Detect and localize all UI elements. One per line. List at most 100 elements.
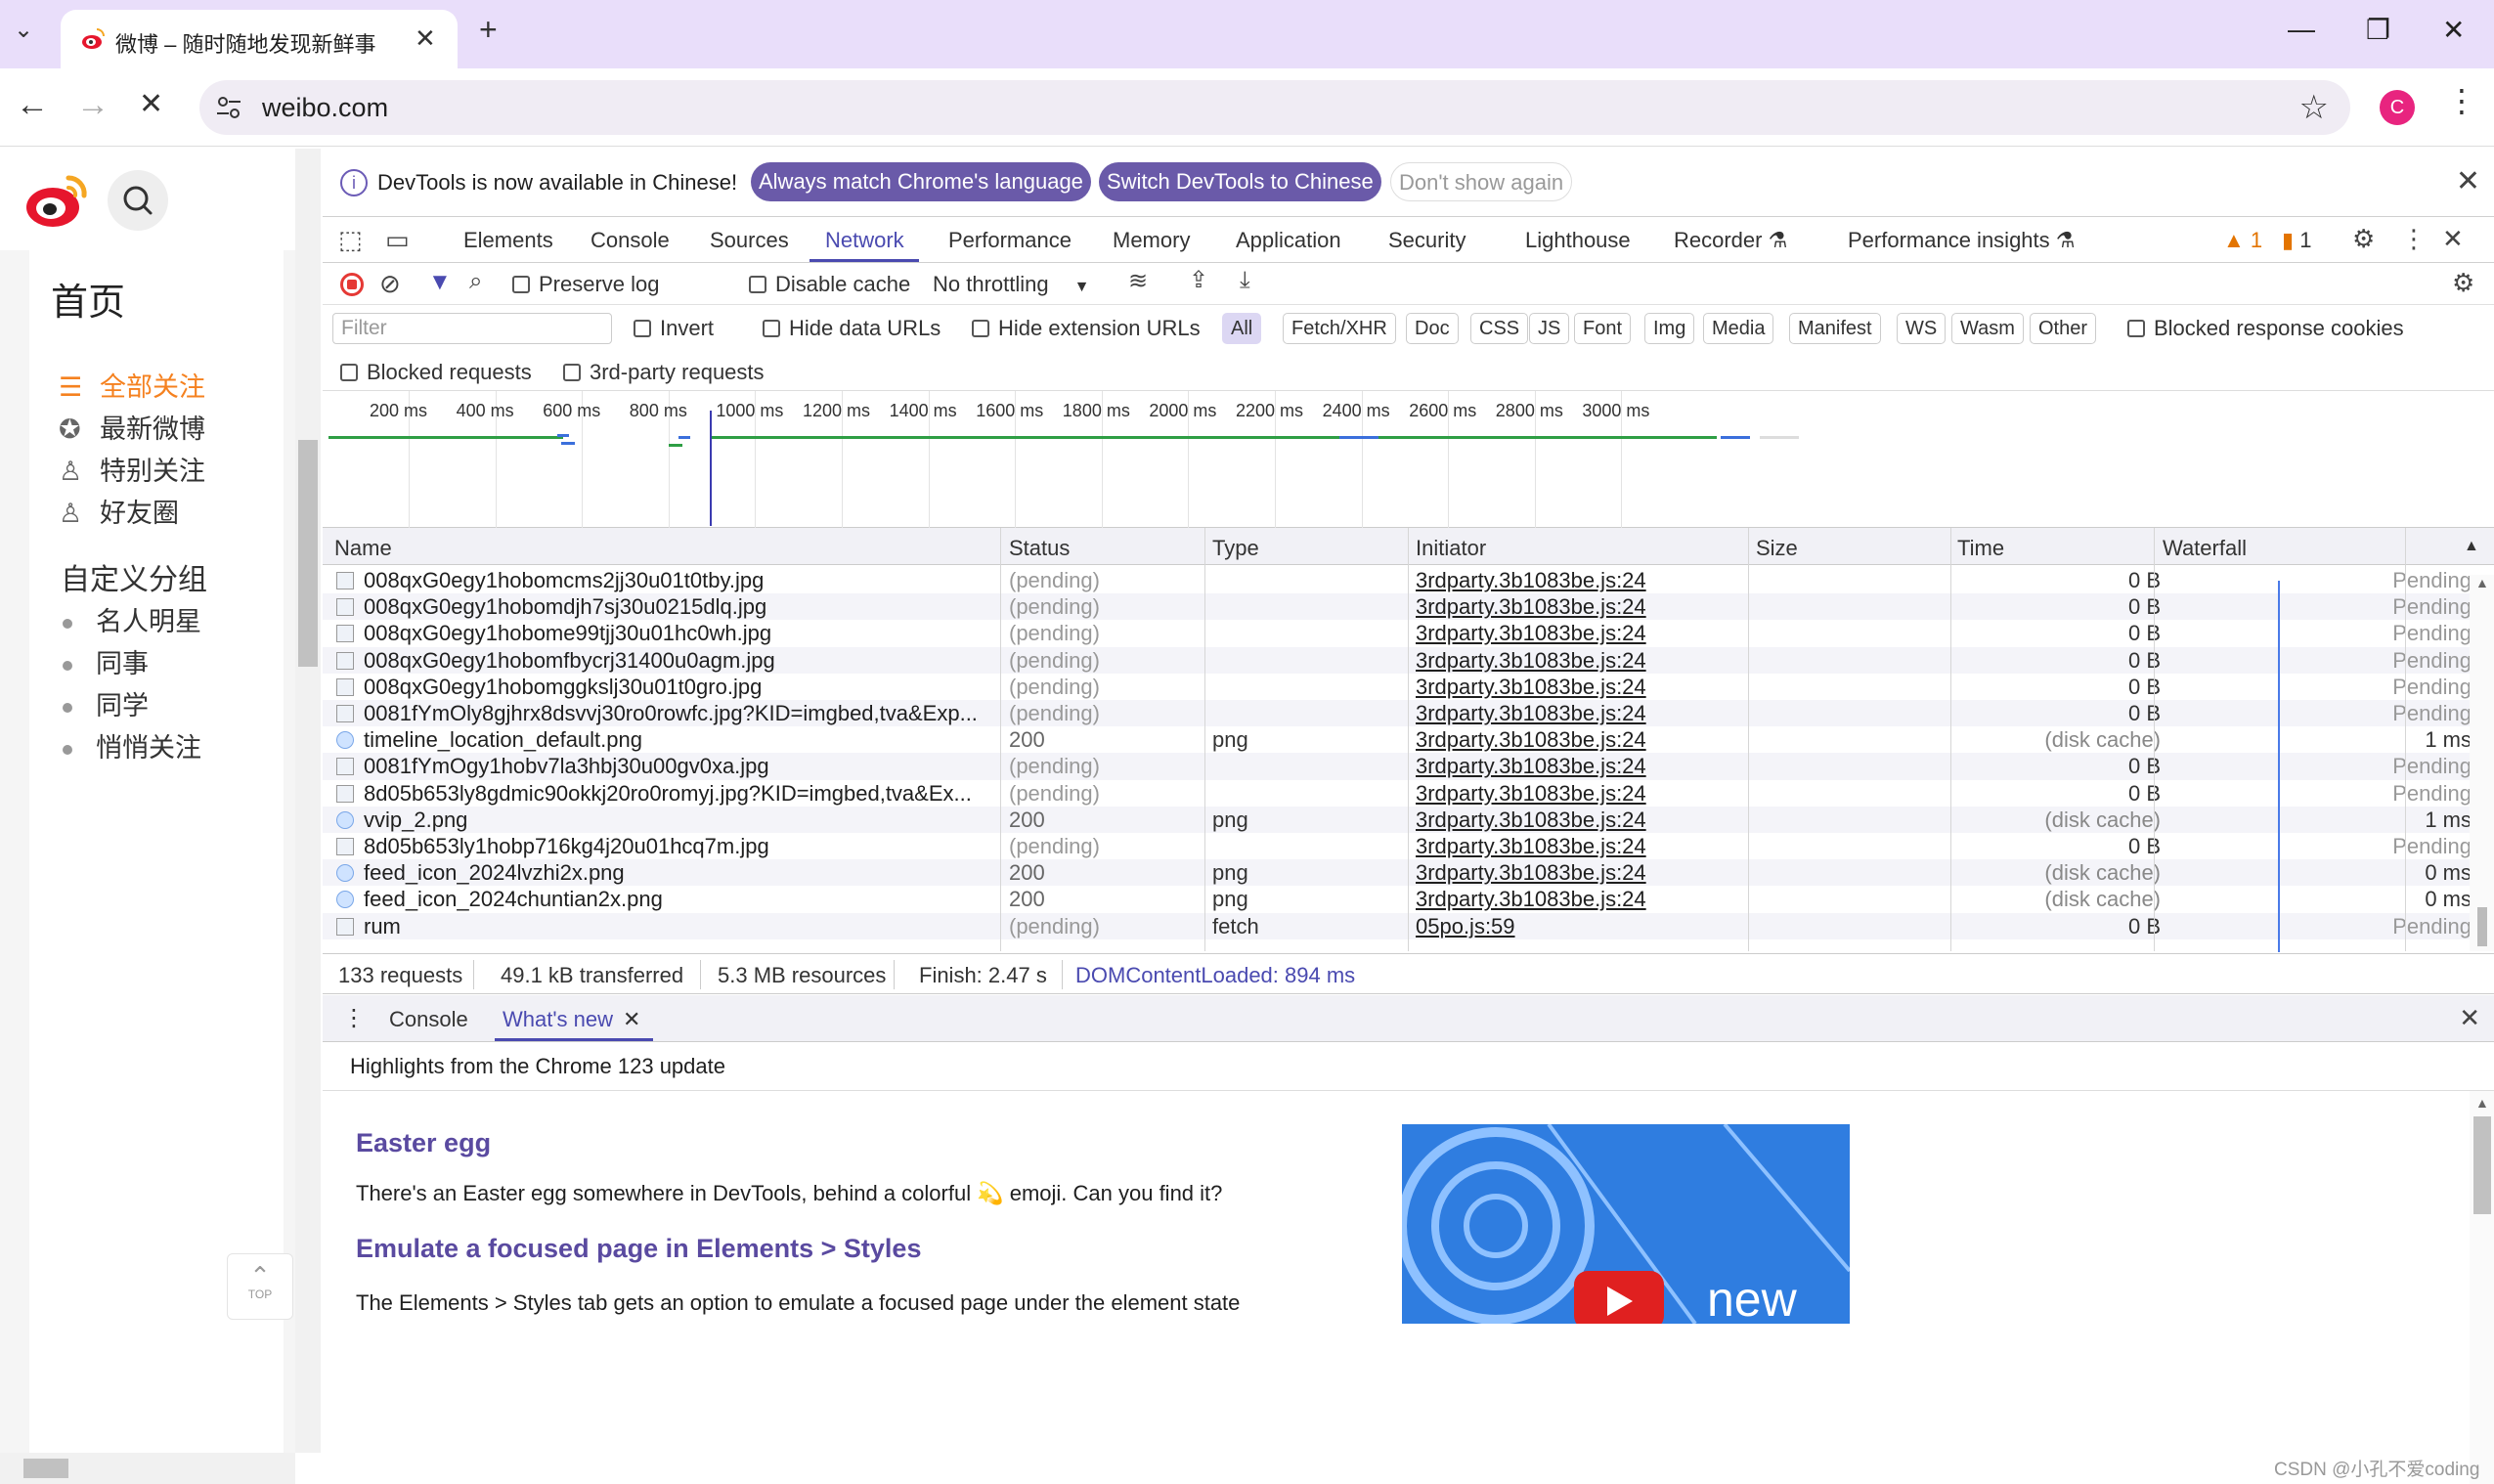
- request-initiator[interactable]: 3rdparty.3b1083be.js:24: [1416, 594, 1646, 620]
- new-tab-icon[interactable]: +: [479, 12, 498, 48]
- easter-egg-heading[interactable]: Easter egg: [356, 1128, 491, 1158]
- weibo-search-button[interactable]: [108, 170, 168, 231]
- tab-recorder[interactable]: Recorder ⚗: [1674, 228, 1787, 253]
- scrollbar-thumb[interactable]: [2473, 1116, 2491, 1214]
- scrollbar-thumb[interactable]: [2477, 907, 2487, 946]
- drawer-close-icon[interactable]: ✕: [2459, 1003, 2480, 1033]
- issues-badge[interactable]: ▮ 1: [2282, 228, 2311, 253]
- window-close-icon[interactable]: ✕: [2442, 14, 2465, 46]
- infobar-close-icon[interactable]: ✕: [2456, 164, 2480, 198]
- dont-show-again-button[interactable]: Don't show again: [1390, 162, 1573, 201]
- checkbox-box[interactable]: [2127, 320, 2145, 337]
- preserve-log-checkbox[interactable]: Preserve log: [512, 272, 660, 297]
- checkbox-box[interactable]: [972, 320, 989, 337]
- filter-type-js[interactable]: JS: [1529, 313, 1570, 344]
- filter-type-ws[interactable]: WS: [1897, 313, 1947, 344]
- filter-type-font[interactable]: Font: [1574, 313, 1632, 344]
- tab-search-icon[interactable]: ⌄: [14, 16, 33, 44]
- tab-performance-insights[interactable]: Performance insights ⚗: [1848, 228, 2075, 253]
- export-har-icon[interactable]: ⤓: [1240, 269, 1250, 292]
- drawer-tab-console[interactable]: Console: [389, 1007, 468, 1032]
- scroll-up-icon[interactable]: ▲: [2475, 1095, 2489, 1111]
- sort-caret-icon[interactable]: ▲: [2464, 538, 2479, 555]
- network-settings-gear-icon[interactable]: ⚙: [2452, 270, 2474, 295]
- group-item[interactable]: 名人明星: [63, 600, 201, 638]
- scroll-up-icon[interactable]: ▲: [2475, 575, 2489, 590]
- group-item[interactable]: 同事: [63, 642, 149, 680]
- filter-type-doc[interactable]: Doc: [1406, 313, 1459, 344]
- back-icon[interactable]: ←: [16, 88, 49, 121]
- page-vertical-scrollbar[interactable]: [295, 149, 321, 1453]
- browser-menu-icon[interactable]: ⋮: [2446, 82, 2477, 119]
- match-language-button[interactable]: Always match Chrome's language: [751, 162, 1091, 201]
- tab-close-icon[interactable]: ✕: [415, 23, 436, 54]
- device-toolbar-icon[interactable]: ▭: [385, 227, 410, 252]
- invert-checkbox[interactable]: Invert: [634, 316, 714, 341]
- request-initiator[interactable]: 3rdparty.3b1083be.js:24: [1416, 860, 1646, 886]
- request-initiator[interactable]: 3rdparty.3b1083be.js:24: [1416, 701, 1646, 726]
- scrollbar-thumb[interactable]: [298, 440, 318, 667]
- weibo-logo-icon[interactable]: [23, 168, 92, 231]
- minimize-icon[interactable]: —: [2288, 14, 2315, 45]
- devtools-menu-icon[interactable]: ⋮: [2401, 226, 2427, 251]
- blocked-requests-checkbox[interactable]: Blocked requests: [340, 360, 532, 385]
- request-initiator[interactable]: 3rdparty.3b1083be.js:24: [1416, 568, 1646, 593]
- group-item[interactable]: 悄悄关注: [63, 726, 201, 764]
- group-item[interactable]: 同学: [63, 684, 149, 722]
- drawer-scrollbar[interactable]: ▲: [2470, 1091, 2494, 1484]
- filter-type-wasm[interactable]: Wasm: [1951, 313, 2024, 344]
- checkbox-box[interactable]: [749, 276, 766, 293]
- third-party-checkbox[interactable]: 3rd-party requests: [563, 360, 765, 385]
- filter-type-other[interactable]: Other: [2030, 313, 2097, 344]
- network-conditions-icon[interactable]: ≋: [1128, 270, 1148, 293]
- tab-elements[interactable]: Elements: [463, 228, 553, 253]
- scrollbar-thumb[interactable]: [23, 1459, 68, 1478]
- tab-sources[interactable]: Sources: [710, 228, 789, 253]
- hide-data-urls-checkbox[interactable]: Hide data URLs: [763, 316, 941, 341]
- whats-new-video-thumbnail[interactable]: new: [1402, 1124, 1850, 1324]
- hide-extension-urls-checkbox[interactable]: Hide extension URLs: [972, 316, 1201, 341]
- settings-gear-icon[interactable]: ⚙: [2352, 226, 2375, 251]
- checkbox-box[interactable]: [634, 320, 651, 337]
- tab-performance[interactable]: Performance: [948, 228, 1072, 253]
- tab-lighthouse[interactable]: Lighthouse: [1525, 228, 1631, 253]
- col-type[interactable]: Type: [1212, 536, 1259, 561]
- profile-avatar[interactable]: C: [2380, 90, 2415, 125]
- request-initiator[interactable]: 3rdparty.3b1083be.js:24: [1416, 727, 1646, 753]
- filter-type-manifest[interactable]: Manifest: [1789, 313, 1881, 344]
- bookmark-star-icon[interactable]: ☆: [2299, 88, 2329, 127]
- table-scrollbar[interactable]: ▲: [2470, 575, 2494, 951]
- search-icon[interactable]: ⌕: [469, 270, 482, 293]
- col-waterfall[interactable]: Waterfall: [2163, 536, 2247, 561]
- switch-chinese-button[interactable]: Switch DevTools to Chinese: [1099, 162, 1381, 201]
- warnings-badge[interactable]: ▲ 1: [2223, 228, 2262, 253]
- site-info-icon[interactable]: [215, 94, 242, 121]
- request-initiator[interactable]: 05po.js:59: [1416, 914, 1515, 939]
- filter-input[interactable]: Filter: [332, 313, 612, 344]
- clear-log-icon[interactable]: ⊘: [379, 271, 401, 296]
- request-initiator[interactable]: 3rdparty.3b1083be.js:24: [1416, 887, 1646, 912]
- request-initiator[interactable]: 3rdparty.3b1083be.js:24: [1416, 781, 1646, 807]
- filter-type-css[interactable]: CSS: [1470, 313, 1529, 344]
- col-status[interactable]: Status: [1009, 536, 1070, 561]
- page-horizontal-scrollbar[interactable]: [0, 1453, 295, 1484]
- drawer-menu-icon[interactable]: ⋮: [342, 1004, 366, 1032]
- checkbox-box[interactable]: [340, 364, 358, 381]
- nav-item-latest[interactable]: ✪ 最新微博: [59, 408, 205, 446]
- inspect-element-icon[interactable]: ⬚: [338, 227, 363, 252]
- request-initiator[interactable]: 3rdparty.3b1083be.js:24: [1416, 675, 1646, 700]
- filter-funnel-icon[interactable]: ▼: [428, 271, 452, 294]
- request-initiator[interactable]: 3rdparty.3b1083be.js:24: [1416, 834, 1646, 859]
- col-size[interactable]: Size: [1756, 536, 1798, 561]
- tab-console[interactable]: Console: [591, 228, 670, 253]
- restore-icon[interactable]: ❐: [2366, 14, 2390, 46]
- nav-item-all-follow[interactable]: ☰ 全部关注: [59, 366, 205, 404]
- col-initiator[interactable]: Initiator: [1416, 536, 1486, 561]
- filter-type-fetch-xhr[interactable]: Fetch/XHR: [1283, 313, 1396, 344]
- browser-tab[interactable]: 微博 – 随时随地发现新鲜事 ✕: [61, 10, 458, 68]
- request-initiator[interactable]: 3rdparty.3b1083be.js:24: [1416, 754, 1646, 779]
- import-har-icon[interactable]: ⇪: [1189, 269, 1208, 292]
- tab-application[interactable]: Application: [1236, 228, 1341, 253]
- network-overview-timeline[interactable]: 200 ms 400 ms 600 ms 800 ms 1000 ms 1200 ms 14…: [323, 391, 2494, 528]
- back-to-top-button[interactable]: ⌃ TOP: [227, 1253, 293, 1320]
